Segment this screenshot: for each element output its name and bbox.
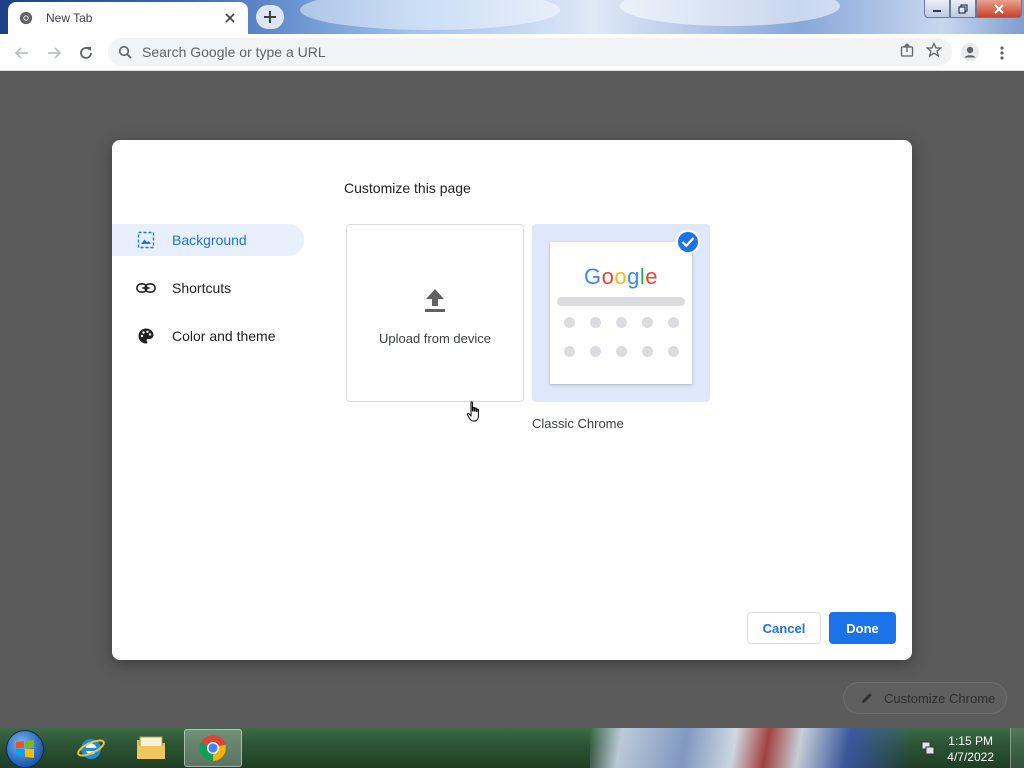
minimize-button[interactable] bbox=[924, 0, 950, 18]
preview-shortcut-dot bbox=[590, 346, 601, 357]
classic-chrome-label: Classic Chrome bbox=[532, 416, 624, 431]
minimize-icon bbox=[933, 9, 941, 12]
menu-item-shortcuts[interactable]: Shortcuts bbox=[112, 272, 304, 304]
upload-from-device-tile[interactable]: Upload from device bbox=[346, 224, 524, 402]
taskbar-file-explorer[interactable] bbox=[122, 729, 180, 767]
restore-icon bbox=[958, 3, 968, 14]
bookmark-star-icon[interactable] bbox=[925, 41, 943, 63]
kebab-menu-icon bbox=[1000, 46, 1004, 60]
clock-date: 4/7/2022 bbox=[947, 750, 994, 764]
show-desktop-button[interactable] bbox=[1010, 728, 1024, 768]
profile-button[interactable] bbox=[958, 40, 982, 64]
taskbar-internet-explorer[interactable] bbox=[62, 729, 120, 767]
preview-shortcut-dot bbox=[616, 346, 627, 357]
omnibox[interactable]: Search Google or type a URL bbox=[108, 38, 952, 66]
classic-chrome-preview: Google bbox=[550, 242, 692, 384]
new-tab-button[interactable] bbox=[256, 5, 284, 29]
back-arrow-icon bbox=[14, 47, 28, 59]
chrome-icon bbox=[18, 10, 34, 26]
link-icon bbox=[136, 278, 156, 298]
share-icon[interactable] bbox=[900, 42, 914, 62]
close-icon bbox=[994, 3, 1004, 14]
window-close-button[interactable] bbox=[976, 0, 1022, 18]
menu-item-color-and-theme[interactable]: Color and theme bbox=[112, 320, 304, 352]
pencil-icon bbox=[862, 693, 872, 703]
dialog-title: Customize this page bbox=[344, 180, 471, 196]
search-icon bbox=[108, 45, 142, 59]
preview-search-bar bbox=[557, 297, 685, 306]
preview-shortcut-dot bbox=[616, 317, 627, 328]
tab-title: New Tab bbox=[46, 11, 93, 25]
menu-item-background[interactable]: Background bbox=[112, 224, 304, 256]
menu-item-label: Color and theme bbox=[172, 328, 276, 344]
menu-item-label: Background bbox=[172, 232, 247, 248]
title-bar: New Tab bbox=[0, 0, 1024, 34]
restore-button[interactable] bbox=[950, 0, 976, 18]
menu-button[interactable] bbox=[991, 42, 1013, 64]
profile-avatar-icon bbox=[961, 43, 979, 61]
start-button[interactable] bbox=[6, 730, 44, 768]
browser-toolbar: Search Google or type a URL bbox=[0, 34, 1024, 71]
cancel-button[interactable]: Cancel bbox=[747, 612, 821, 644]
windows-taskbar: 1:15 PM 4/7/2022 bbox=[0, 728, 1024, 768]
customize-chrome-label: Customize Chrome bbox=[884, 690, 996, 706]
reload-icon bbox=[80, 47, 92, 59]
clock[interactable]: 1:15 PM 4/7/2022 bbox=[947, 733, 994, 765]
forward-button[interactable] bbox=[43, 42, 65, 64]
close-tab-icon[interactable] bbox=[222, 10, 238, 26]
customize-chrome-button[interactable]: Customize Chrome bbox=[843, 682, 1007, 714]
preview-shortcut-dot bbox=[564, 317, 575, 328]
system-tray: 1:15 PM 4/7/2022 bbox=[914, 728, 1024, 768]
preview-shortcut-dot bbox=[642, 317, 653, 328]
menu-item-label: Shortcuts bbox=[172, 280, 232, 296]
upload-label: Upload from device bbox=[379, 331, 491, 346]
network-icon[interactable] bbox=[920, 740, 936, 761]
hand-cursor-icon bbox=[466, 400, 484, 429]
upload-icon bbox=[423, 287, 447, 318]
preview-shortcut-dot bbox=[668, 346, 679, 357]
background-icon bbox=[136, 230, 156, 250]
clock-time: 1:15 PM bbox=[948, 734, 993, 748]
plus-icon bbox=[264, 11, 276, 23]
preview-shortcut-dot bbox=[564, 346, 575, 357]
classic-chrome-tile[interactable]: Google bbox=[532, 224, 710, 402]
windows-logo-icon bbox=[16, 740, 34, 758]
window-controls bbox=[924, 0, 1022, 18]
internet-explorer-icon bbox=[77, 739, 105, 759]
tab-new-tab[interactable]: New Tab bbox=[8, 2, 248, 34]
omnibox-placeholder[interactable]: Search Google or type a URL bbox=[142, 44, 900, 60]
preview-shortcut-dot bbox=[590, 317, 601, 328]
palette-icon bbox=[136, 326, 156, 346]
new-tab-page: Customize this page Background Shortcuts… bbox=[0, 71, 1024, 728]
preview-shortcut-dot bbox=[642, 346, 653, 357]
preview-shortcut-dot bbox=[668, 317, 679, 328]
back-button[interactable] bbox=[11, 42, 33, 64]
google-logo: Google bbox=[583, 264, 658, 289]
taskbar-chrome[interactable] bbox=[184, 729, 242, 767]
reload-button[interactable] bbox=[75, 42, 97, 64]
selected-check-icon bbox=[676, 230, 700, 254]
customize-dialog: Customize this page Background Shortcuts… bbox=[112, 140, 912, 660]
folder-icon bbox=[137, 736, 165, 759]
done-button[interactable]: Done bbox=[829, 612, 896, 644]
forward-arrow-icon bbox=[48, 47, 62, 59]
chrome-icon bbox=[199, 735, 226, 762]
